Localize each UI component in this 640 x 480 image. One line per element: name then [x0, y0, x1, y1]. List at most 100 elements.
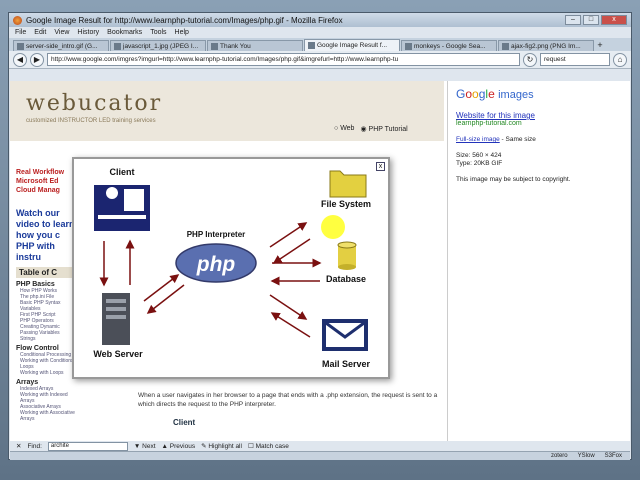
navigation-bar: ◀ ▶ http://www.google.com/imgres?imgurl=… — [9, 51, 631, 69]
forward-button[interactable]: ▶ — [30, 52, 44, 67]
find-bar: ✕ Find: archite ▼ Next ▲ Previous ✎ High… — [10, 441, 630, 451]
s3fox-icon[interactable]: S3Fox — [605, 453, 622, 459]
mail-server-label: Mail Server — [322, 359, 371, 369]
close-icon[interactable]: x — [376, 162, 385, 171]
tab-google-image-result[interactable]: Google Image Result f... — [304, 39, 400, 51]
body-paragraph: When a user navigates in her browser to … — [138, 392, 438, 408]
tab-server-side-intro[interactable]: server-side_intro.gif (G... — [13, 40, 109, 51]
client-label-bottom: Client — [173, 418, 196, 427]
search-input[interactable]: request — [540, 53, 610, 66]
image-icon — [17, 42, 24, 50]
image-type: Type: 20KB GIF — [456, 160, 503, 167]
database-icon — [337, 241, 357, 270]
full-size-link[interactable]: Full-size image — [456, 136, 500, 143]
new-tab-button[interactable]: + — [595, 41, 605, 51]
toc-item[interactable]: Working with Loops — [16, 370, 80, 376]
close-button[interactable]: x — [601, 15, 627, 25]
site-header: webucator customized INSTRUCTOR LED trai… — [10, 81, 444, 141]
zotero-icon[interactable]: zotero — [551, 453, 568, 459]
menu-edit[interactable]: Edit — [34, 29, 46, 36]
toc-item[interactable]: Working with Indexed Arrays — [16, 392, 80, 404]
menu-bar: File Edit View History Bookmarks Tools H… — [9, 27, 631, 38]
maximize-button[interactable]: □ — [583, 15, 599, 25]
sidebar-link-cloud[interactable]: Cloud Manag — [16, 187, 80, 194]
back-button[interactable]: ◀ — [13, 52, 27, 67]
cursor-highlight — [321, 215, 345, 239]
tagline: customized INSTRUCTOR LED training servi… — [26, 118, 156, 124]
menu-tools[interactable]: Tools — [150, 29, 166, 36]
arrow — [146, 284, 185, 314]
firefox-icon — [13, 15, 22, 25]
folder-icon — [329, 170, 367, 198]
client-icon — [94, 185, 150, 231]
image-overlay: Client Web Server PHP Interpreter php Fi… — [72, 157, 390, 379]
reload-icon[interactable]: ↻ — [523, 52, 537, 67]
arrow — [272, 238, 311, 264]
client-label: Client — [109, 167, 134, 177]
tab-ajax-fig2[interactable]: ajax-fig2.png (PNG Im... — [498, 40, 594, 51]
section-php-basics[interactable]: PHP Basics — [16, 281, 80, 288]
sidebar-link-microsoft[interactable]: Microsoft Ed — [16, 178, 80, 185]
image-size: Size: 560 × 424 — [456, 152, 502, 159]
google-icon — [405, 42, 412, 50]
radio-web[interactable]: ○ Web — [334, 125, 354, 133]
php-logo-text: php — [196, 253, 236, 276]
tab-javascript[interactable]: javascript_1.jpg (JPEG I... — [110, 40, 206, 51]
toc-item[interactable]: Strings — [16, 336, 80, 342]
arrow — [270, 312, 311, 338]
php-diagram: Client Web Server PHP Interpreter php Fi… — [93, 167, 371, 369]
image-icon — [114, 42, 121, 50]
find-label: Find: — [27, 442, 42, 450]
tab-thank-you[interactable]: Thank You — [207, 40, 303, 51]
sidebar-link-real-workflow[interactable]: Real Workflow — [16, 169, 80, 176]
web-server-icon — [102, 293, 130, 345]
menu-bookmarks[interactable]: Bookmarks — [107, 29, 142, 36]
web-server-label: Web Server — [93, 349, 143, 359]
menu-file[interactable]: File — [15, 29, 26, 36]
website-for-image-link[interactable]: Website for this image — [456, 111, 622, 120]
find-close-icon[interactable]: ✕ — [16, 442, 21, 450]
section-arrays[interactable]: Arrays — [16, 379, 80, 386]
database-label: Database — [326, 274, 366, 284]
yslow-icon[interactable]: YSlow — [578, 453, 595, 459]
minimize-button[interactable]: – — [565, 15, 581, 25]
full-size-row: Full-size image - Same size — [456, 136, 536, 143]
copyright-note: This image may be subject to copyright. — [456, 176, 571, 183]
google-images-logo[interactable]: Google images — [456, 87, 622, 101]
file-system-label: File System — [321, 199, 371, 209]
source-domain: learnphp-tutorial.com — [456, 120, 522, 127]
radio-php[interactable]: ◉ PHP Tutorial — [360, 125, 407, 133]
menu-history[interactable]: History — [77, 29, 99, 36]
tab-monkeys[interactable]: monkeys - Google Sea... — [401, 40, 497, 51]
find-next-button[interactable]: ▼ Next — [134, 443, 156, 450]
page-icon — [211, 42, 218, 50]
highlight-all-button[interactable]: ✎ Highlight all — [201, 442, 242, 450]
table-of-contents-heading: Table of C — [16, 267, 80, 278]
home-icon[interactable]: ⌂ — [613, 52, 627, 67]
arrow — [269, 222, 308, 248]
search-scope: ○ Web ◉ PHP Tutorial — [334, 125, 408, 133]
find-input[interactable]: archite — [47, 441, 128, 451]
google-icon — [308, 42, 315, 49]
watch-video-link[interactable]: Watch our video to learn how you c PHP w… — [16, 208, 80, 263]
status-bar: zotero YSlow S3Fox — [10, 451, 630, 460]
url-bar[interactable]: http://www.google.com/imgres?imgurl=http… — [47, 53, 520, 66]
arrow — [143, 274, 180, 302]
mail-icon — [322, 319, 368, 351]
sidebar: Real Workflow Microsoft Ed Cloud Manag W… — [16, 169, 80, 422]
menu-view[interactable]: View — [54, 29, 69, 36]
webucator-logo[interactable]: webucator — [26, 91, 162, 116]
tab-bar: server-side_intro.gif (G... javascript_1… — [9, 38, 631, 51]
title-bar[interactable]: Google Image Result for http://www.learn… — [9, 13, 631, 27]
browser-window: Google Image Result for http://www.learn… — [8, 12, 632, 460]
match-case-checkbox[interactable]: ☐ Match case — [248, 442, 289, 450]
find-previous-button[interactable]: ▲ Previous — [162, 443, 196, 450]
menu-help[interactable]: Help — [175, 29, 189, 36]
php-interpreter-label: PHP Interpreter — [187, 230, 246, 239]
page-content: webucator customized INSTRUCTOR LED trai… — [10, 81, 630, 441]
image-icon — [502, 42, 509, 50]
google-image-pane: Google images Website for this image lea… — [447, 81, 630, 441]
section-flow-control[interactable]: Flow Control — [16, 345, 80, 352]
window-title: Google Image Result for http://www.learn… — [26, 15, 343, 25]
toc-item[interactable]: Working with Associative Arrays — [16, 410, 80, 422]
